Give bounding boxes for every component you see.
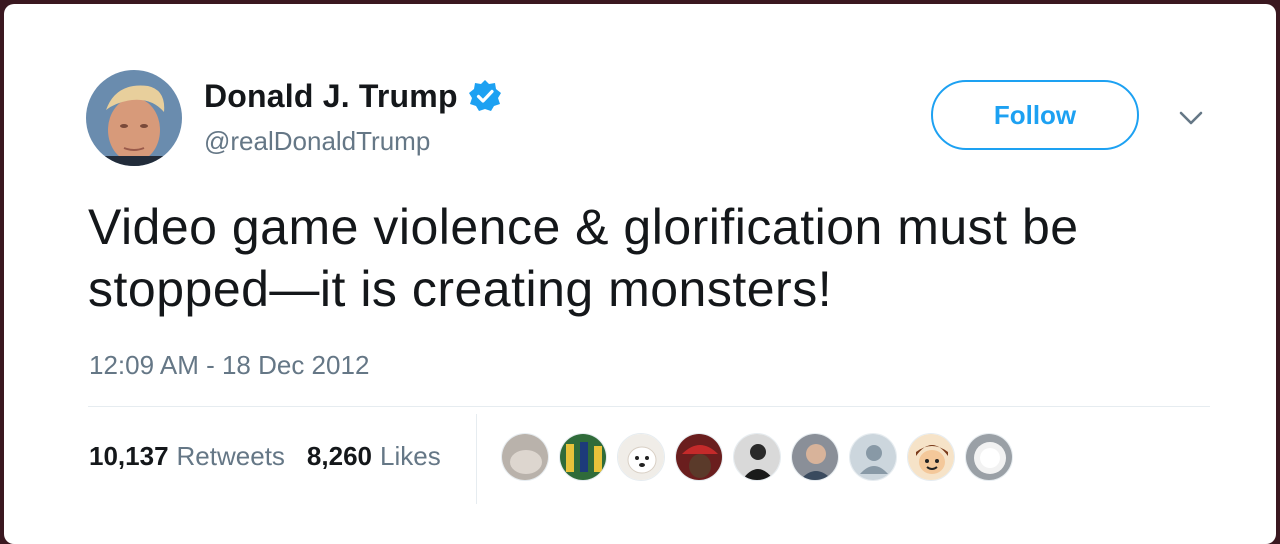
liker-avatar[interactable] (617, 433, 665, 481)
liker-avatars (501, 432, 1023, 482)
display-name[interactable]: Donald J. Trump (204, 78, 458, 115)
liker-avatar[interactable] (501, 433, 549, 481)
liker-avatar[interactable] (559, 433, 607, 481)
liker-avatar[interactable] (791, 433, 839, 481)
retweets-label: Retweets (176, 440, 285, 471)
divider-top (88, 406, 1210, 407)
name-row: Donald J. Trump (204, 76, 502, 116)
liker-avatar[interactable] (907, 433, 955, 481)
liker-avatar[interactable] (675, 433, 723, 481)
user-avatar[interactable] (86, 70, 182, 166)
liker-avatar[interactable] (849, 433, 897, 481)
chevron-down-icon[interactable] (1176, 106, 1206, 130)
likes-count: 8,260 (306, 440, 372, 471)
liker-avatar[interactable] (965, 433, 1013, 481)
likes-stat[interactable]: 8,260 Likes (307, 441, 441, 472)
stats-separator (476, 414, 477, 504)
verified-badge-icon (468, 80, 501, 111)
tweet-text: Video game violence & glorification must… (88, 199, 1079, 317)
retweets-stat[interactable]: 10,137 Retweets (89, 441, 285, 472)
tweet-timestamp[interactable]: 12:09 AM - 18 Dec 2012 (89, 350, 369, 381)
likes-label: Likes (380, 440, 441, 471)
retweets-count: 10,137 (89, 440, 169, 471)
user-handle[interactable]: @realDonaldTrump (204, 126, 430, 157)
liker-avatar[interactable] (733, 433, 781, 481)
tweet-stats: 10,137 Retweets 8,260 Likes (89, 436, 441, 476)
tweet-card: Donald J. Trump @realDonaldTrump Follow … (4, 4, 1276, 544)
follow-button[interactable]: Follow (931, 80, 1139, 150)
